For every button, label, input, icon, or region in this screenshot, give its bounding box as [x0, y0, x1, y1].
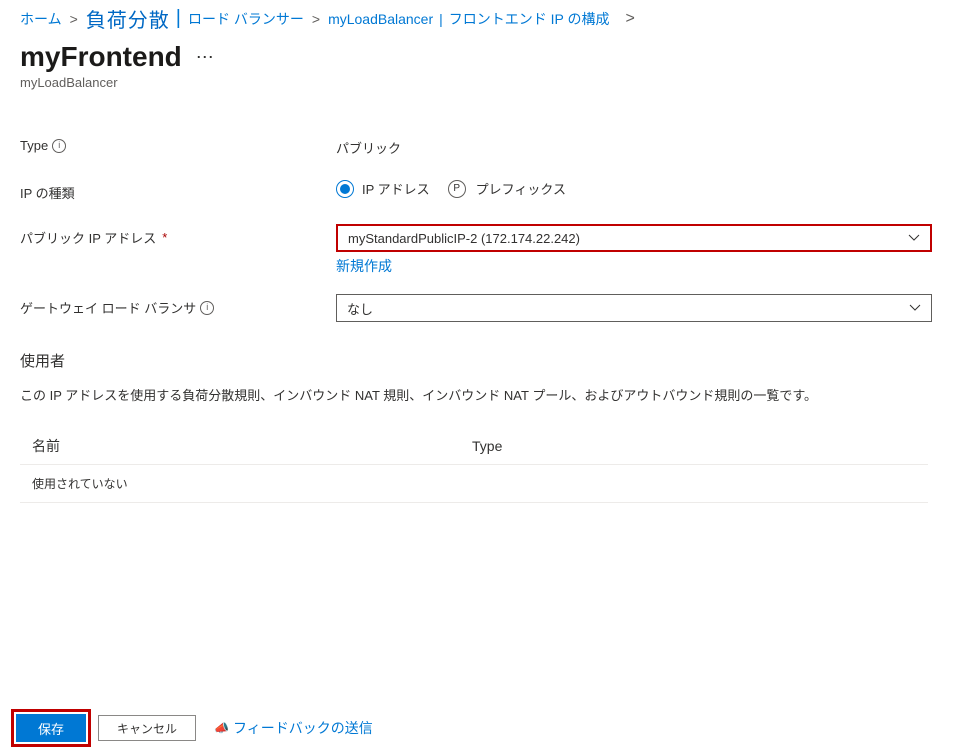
pipe-separator: |: [439, 11, 443, 27]
feedback-link[interactable]: 📣 フィードバックの送信: [214, 718, 373, 738]
feedback-label: フィードバックの送信: [233, 718, 373, 738]
chevron-right-icon: >: [626, 10, 635, 28]
ip-kind-label: IP の種類: [20, 183, 75, 202]
preview-badge-icon: P: [448, 180, 466, 198]
info-icon[interactable]: i: [52, 139, 66, 153]
more-actions-icon[interactable]: ⋯: [196, 47, 214, 68]
breadcrumb: ホーム > 負荷分散 | ロード バランサー > myLoadBalancer …: [0, 0, 954, 33]
public-ip-label: パブリック IP アドレス: [20, 228, 156, 247]
form-area: Type i パブリック IP の種類 IP アドレス P プレフィックス パブ…: [0, 90, 954, 322]
used-by-title: 使用者: [0, 350, 954, 371]
breadcrumb-resource[interactable]: myLoadBalancer: [328, 11, 433, 27]
table-row: 使用されていない: [20, 465, 928, 503]
page-subtitle: myLoadBalancer: [20, 75, 934, 90]
used-by-table: 名前 Type 使用されていない: [20, 428, 928, 503]
col-header-name[interactable]: 名前: [20, 428, 460, 465]
page-header: myFrontend ⋯ myLoadBalancer: [0, 33, 954, 90]
radio-ip-address-label: IP アドレス: [362, 179, 430, 198]
create-new-public-ip-link[interactable]: 新規作成: [336, 256, 392, 276]
empty-row-text: 使用されていない: [20, 465, 928, 503]
breadcrumb-loadbalancers[interactable]: ロード バランサー: [188, 9, 304, 29]
info-icon[interactable]: i: [200, 301, 214, 315]
required-indicator: *: [162, 230, 167, 245]
gateway-lb-label: ゲートウェイ ロード バランサ: [20, 298, 196, 317]
breadcrumb-home[interactable]: ホーム: [20, 9, 62, 29]
cancel-button[interactable]: キャンセル: [98, 715, 196, 741]
chevron-down-icon: [909, 302, 921, 314]
chevron-right-icon: >: [312, 11, 320, 27]
gateway-lb-dropdown[interactable]: なし: [336, 294, 932, 322]
type-value: パブリック: [336, 134, 934, 157]
save-button[interactable]: 保存: [16, 714, 86, 742]
chevron-right-icon: >: [70, 11, 78, 27]
radio-ip-address[interactable]: [336, 180, 354, 198]
public-ip-selected-value: myStandardPublicIP-2 (172.174.22.242): [348, 231, 580, 246]
pipe-separator: |: [176, 7, 182, 30]
breadcrumb-blade[interactable]: フロントエンド IP の構成: [449, 9, 610, 29]
page-title: myFrontend: [20, 41, 182, 73]
type-label: Type: [20, 138, 48, 153]
radio-prefix-label: プレフィックス: [476, 179, 566, 198]
chevron-down-icon: [908, 232, 920, 244]
megaphone-icon: 📣: [214, 721, 229, 735]
col-header-type[interactable]: Type: [460, 428, 928, 465]
public-ip-dropdown[interactable]: myStandardPublicIP-2 (172.174.22.242): [336, 224, 932, 252]
footer-bar: 保存 キャンセル 📣 フィードバックの送信: [0, 714, 954, 742]
used-by-description: この IP アドレスを使用する負荷分散規則、インバウンド NAT 規則、インバウ…: [0, 371, 954, 404]
gateway-lb-selected-value: なし: [347, 299, 373, 318]
breadcrumb-loadbalancing[interactable]: 負荷分散: [86, 4, 170, 33]
